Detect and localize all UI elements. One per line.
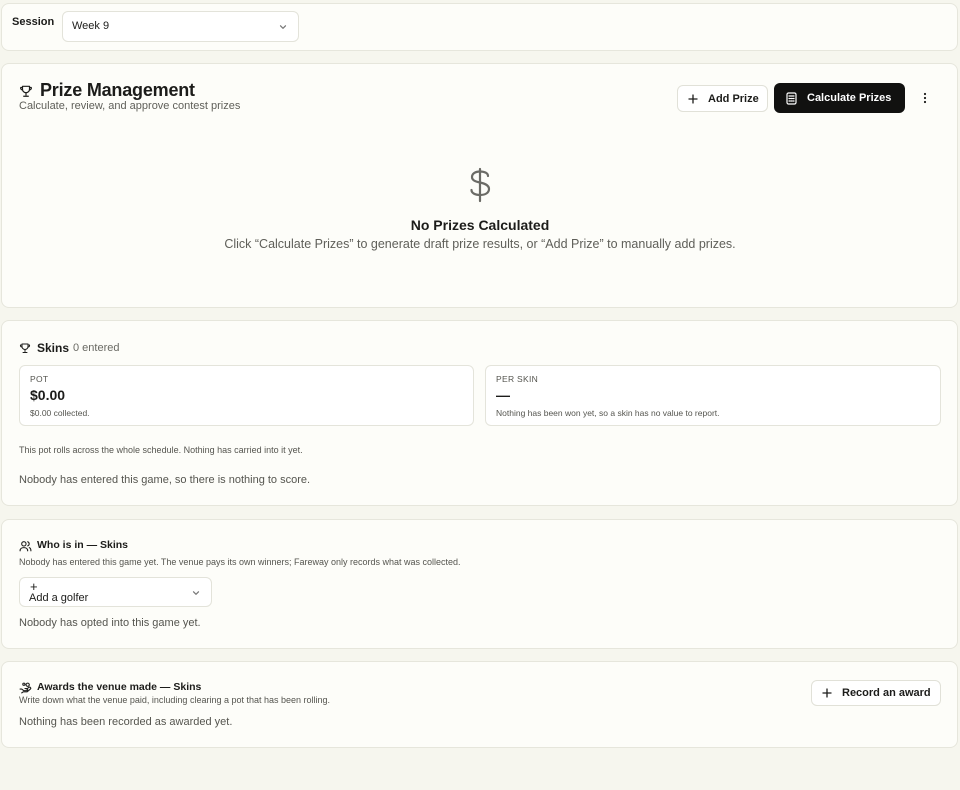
add-prize-button[interactable]: Add Prize xyxy=(677,85,768,112)
pot-value: $0.00 xyxy=(30,387,66,403)
who-is-in-description: Nobody has entered this game yet. The ve… xyxy=(19,557,461,567)
prize-management-subtitle: Calculate, review, and approve contest p… xyxy=(19,100,241,112)
record-award-button[interactable]: Record an award xyxy=(811,680,941,706)
prize-management-title: Prize Management xyxy=(40,80,195,100)
who-is-in-title: Who is in — Skins xyxy=(37,539,129,551)
awards-empty-message: Nothing has been recorded as awarded yet… xyxy=(19,716,233,728)
add-golfer-label: Add a golfer xyxy=(29,592,89,604)
pot-box: POT $0.00 $0.00 collected. xyxy=(19,365,474,426)
users-icon xyxy=(19,540,32,552)
awards-title: Awards the venue made — Skins xyxy=(37,681,202,693)
calculator-icon xyxy=(786,91,797,105)
who-is-in-empty-message: Nobody has opted into this game yet. xyxy=(19,617,201,629)
session-label: Session xyxy=(12,16,55,28)
pot-note: $0.00 collected. xyxy=(30,408,90,418)
dollar-icon xyxy=(466,167,494,203)
plus-icon xyxy=(822,688,832,698)
record-award-label: Record an award xyxy=(842,687,931,699)
per-skin-value: — xyxy=(496,387,510,403)
no-prizes-title: No Prizes Calculated xyxy=(410,217,550,233)
pot-label: POT xyxy=(30,374,49,384)
trophy-icon xyxy=(19,84,33,98)
more-vertical-icon[interactable] xyxy=(917,90,933,106)
chevron-down-icon xyxy=(278,22,288,32)
no-prizes-description: Click “Calculate Prizes” to generate dra… xyxy=(224,237,736,251)
per-skin-note: Nothing has been won yet, so a skin has … xyxy=(496,408,720,418)
chevron-down-icon xyxy=(191,588,201,598)
skins-empty-message: Nobody has entered this game, so there i… xyxy=(19,474,311,486)
per-skin-box: PER SKIN — Nothing has been won yet, so … xyxy=(485,365,941,426)
session-selected-value: Week 9 xyxy=(72,20,110,32)
plus-icon xyxy=(688,93,698,104)
calculate-prizes-button[interactable]: Calculate Prizes xyxy=(774,83,905,113)
add-golfer-select[interactable]: + Add a golfer xyxy=(19,577,212,607)
skins-title: Skins xyxy=(37,341,70,355)
calculate-prizes-label: Calculate Prizes xyxy=(807,92,892,104)
hand-coins-icon xyxy=(19,682,32,694)
trophy-icon xyxy=(19,342,31,354)
add-prize-label: Add Prize xyxy=(708,92,759,105)
awards-description: Write down what the venue paid, includin… xyxy=(19,695,331,705)
skins-entered-count: 0 entered xyxy=(73,342,120,354)
per-skin-label: PER SKIN xyxy=(496,374,539,384)
pot-rolls-note: This pot rolls across the whole schedule… xyxy=(19,445,303,455)
session-select[interactable]: Week 9 xyxy=(62,11,299,42)
